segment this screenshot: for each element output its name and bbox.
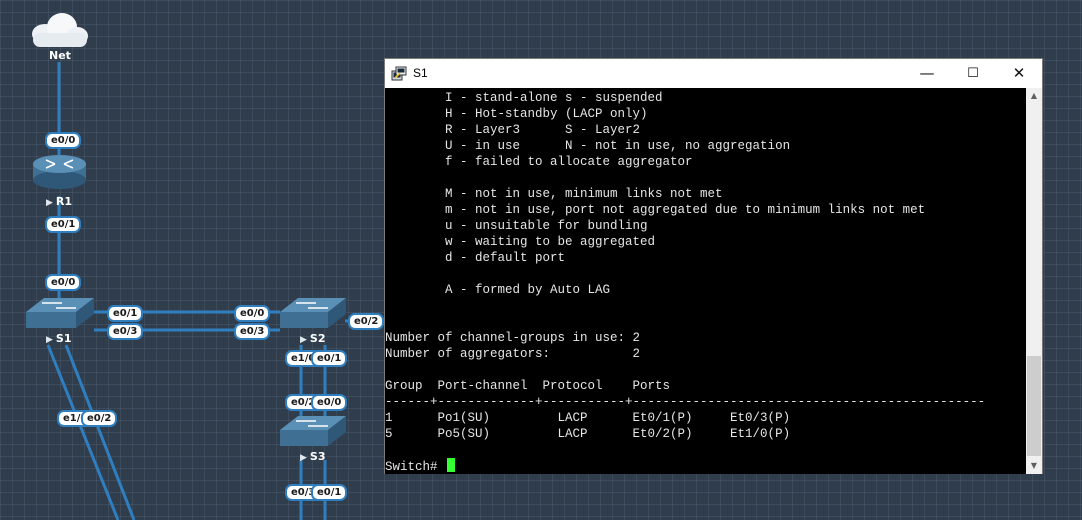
terminal-line: Switch# (385, 458, 985, 474)
window-title: S1 (413, 66, 428, 80)
terminal-window[interactable]: S1 — ☐ ✕ I - stand-alone s - suspended H… (384, 58, 1043, 474)
terminal-line: Number of aggregators: 2 (385, 347, 641, 361)
terminal-lines: I - stand-alone s - suspended H - Hot-st… (385, 90, 985, 474)
terminal-line: ------+-------------+-----------+-------… (385, 395, 986, 409)
terminal-line: M - not in use, minimum links not met (385, 187, 723, 201)
switch-icon-s1[interactable] (26, 298, 94, 328)
node-label-s2[interactable]: ▶ S2 (300, 332, 326, 345)
terminal-line: H - Hot-standby (LACP only) (385, 107, 648, 121)
port-badge: e0/1 (45, 216, 82, 233)
terminal-line: I - stand-alone s - suspended (385, 91, 663, 105)
port-badge: e0/2 (81, 410, 118, 427)
terminal-line: A - formed by Auto LAG (385, 283, 611, 297)
port-badge: e0/0 (234, 305, 271, 322)
port-badge: e0/0 (45, 132, 82, 149)
link-s1-down-a[interactable] (46, 344, 120, 520)
node-label-r1[interactable]: ▶ R1 (46, 195, 72, 208)
scroll-thumb[interactable] (1027, 356, 1041, 456)
terminal-line: 1 Po1(SU) LACP Et0/1(P) Et0/3(P) (385, 411, 791, 425)
terminal-line: d - default port (385, 251, 566, 265)
port-badge: e0/0 (45, 274, 82, 291)
maximize-button[interactable]: ☐ (950, 59, 996, 88)
port-badge: e0/3 (107, 323, 144, 340)
play-icon[interactable]: ▶ (300, 335, 307, 345)
switch-icon-s2[interactable] (280, 298, 346, 328)
port-badge: e0/1 (107, 305, 144, 322)
link-s1-down-b[interactable] (64, 344, 136, 520)
port-badge: e0/1 (311, 484, 348, 501)
play-icon[interactable]: ▶ (46, 198, 53, 208)
title-bar[interactable]: S1 — ☐ ✕ (385, 59, 1042, 88)
switch-icon-s3[interactable] (280, 416, 346, 446)
terminal-line: u - unsuitable for bundling (385, 219, 648, 233)
terminal-cursor (447, 458, 456, 472)
terminal-line: Group Port-channel Protocol Ports (385, 379, 671, 393)
terminal-line: R - Layer3 S - Layer2 (385, 123, 641, 137)
vertical-scrollbar[interactable]: ▲ ▼ (1026, 88, 1042, 474)
close-button[interactable]: ✕ (996, 59, 1042, 88)
scroll-down-arrow-icon[interactable]: ▼ (1026, 458, 1042, 474)
play-icon[interactable]: ▶ (300, 453, 307, 463)
port-badge: e0/2 (348, 313, 385, 330)
terminal-line: w - waiting to be aggregated (385, 235, 656, 249)
play-icon[interactable]: ▶ (46, 335, 53, 345)
port-badge: e0/3 (234, 323, 271, 340)
terminal-line: f - failed to allocate aggregator (385, 155, 693, 169)
cloud-icon[interactable] (32, 13, 88, 47)
node-label-net[interactable]: Net (49, 49, 71, 62)
node-label-s1[interactable]: ▶ S1 (46, 332, 72, 345)
router-icon[interactable] (33, 155, 86, 189)
putty-icon (391, 66, 407, 81)
terminal-line: U - in use N - not in use, no aggregatio… (385, 139, 791, 153)
terminal-line: 5 Po5(SU) LACP Et0/2(P) Et1/0(P) (385, 427, 791, 441)
port-badge: e0/0 (311, 394, 348, 411)
port-badge: e0/1 (311, 350, 348, 367)
links (46, 62, 384, 520)
minimize-button[interactable]: — (904, 59, 950, 88)
terminal-output[interactable]: I - stand-alone s - suspended H - Hot-st… (385, 88, 1026, 474)
scroll-up-arrow-icon[interactable]: ▲ (1026, 88, 1042, 104)
terminal-line: m - not in use, port not aggregated due … (385, 203, 926, 217)
terminal-line: Number of channel-groups in use: 2 (385, 331, 641, 345)
node-label-s3[interactable]: ▶ S3 (300, 450, 326, 463)
